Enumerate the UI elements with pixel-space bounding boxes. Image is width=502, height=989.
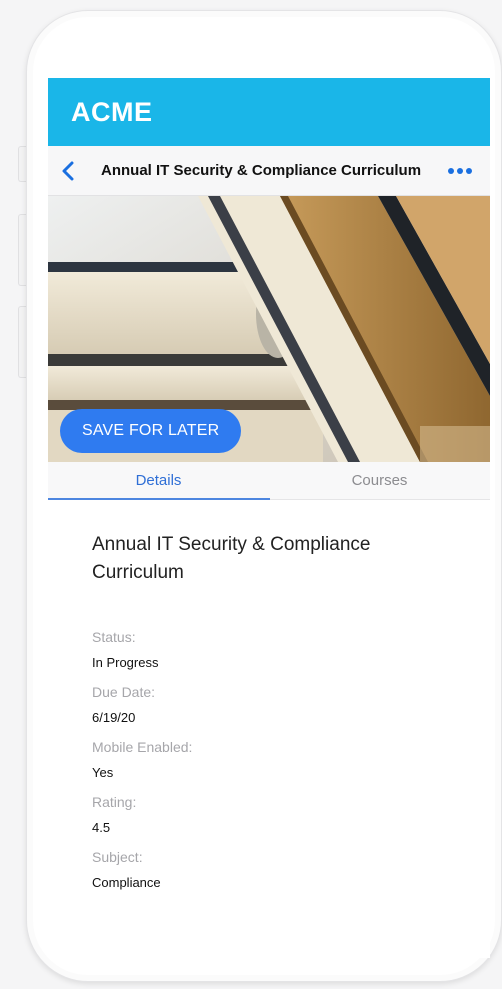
navigation-bar: Annual IT Security & Compliance Curricul… (48, 146, 490, 196)
brand-header: ACME (48, 78, 490, 146)
details-panel: Annual IT Security & Compliance Curricul… (48, 531, 490, 891)
chevron-left-icon[interactable] (48, 146, 88, 196)
app-screen: ACME Annual IT Security & Compliance Cur… (48, 78, 490, 958)
status-label: Status: (92, 629, 136, 645)
tab-details[interactable]: Details (48, 462, 269, 499)
mobile-enabled-value: Yes (92, 765, 114, 780)
save-for-later-button[interactable]: SAVE FOR LATER (60, 409, 242, 453)
tab-courses[interactable]: Courses (269, 462, 490, 499)
due-date-value: 6/19/20 (92, 710, 136, 725)
mobile-enabled-label: Mobile Enabled: (92, 739, 193, 755)
tab-bar: Details Courses (48, 462, 490, 500)
acme-logo: ACME (71, 96, 153, 127)
subject-label: Subject: (92, 849, 143, 865)
status-value: In Progress (92, 655, 159, 670)
active-tab-indicator (48, 498, 270, 500)
subject-value: Compliance (92, 875, 161, 890)
curriculum-hero-image: SAVE FOR LATER (48, 196, 490, 462)
detail-fields: Status: In Progress Due Date: 6/19/20 Mo… (92, 628, 490, 891)
due-date-label: Due Date: (92, 684, 156, 700)
rating-value: 4.5 (92, 820, 111, 835)
rating-label: Rating: (92, 794, 137, 810)
curriculum-title: Annual IT Security & Compliance Curricul… (92, 534, 371, 583)
ellipsis-horizontal-icon[interactable] (448, 168, 472, 174)
page-title: Annual IT Security & Compliance Curricul… (101, 162, 422, 179)
